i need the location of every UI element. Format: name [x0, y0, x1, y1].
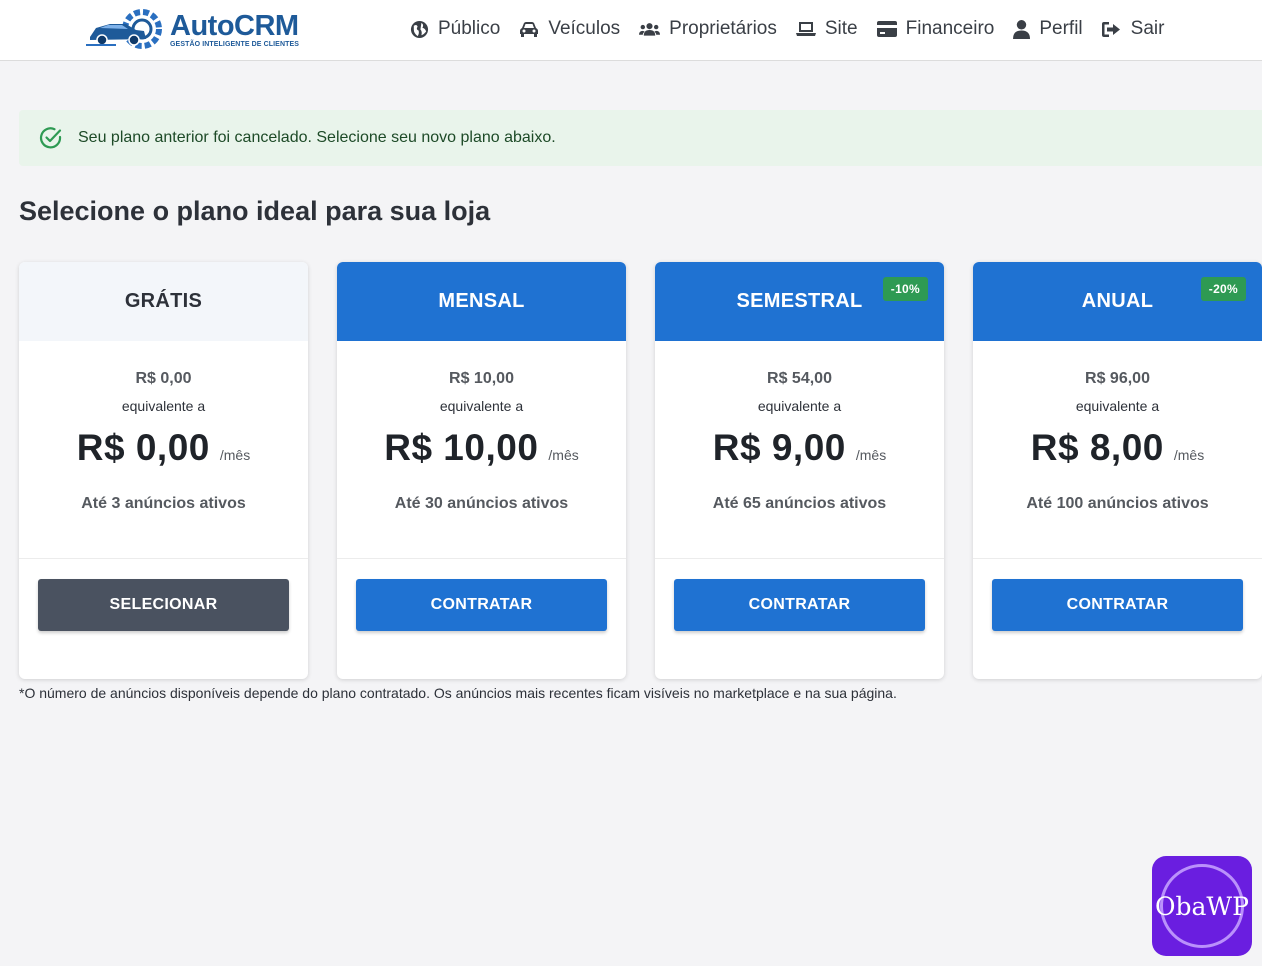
plan-name: SEMESTRAL [736, 290, 863, 312]
plan-header: MENSAL [337, 262, 626, 341]
check-circle-icon [39, 126, 63, 150]
plan-body: R$ 96,00 equivalente a R$ 8,00 /mês Até … [973, 341, 1262, 559]
plan-equivalent-label: equivalente a [121, 398, 206, 414]
discount-badge: -20% [1200, 277, 1246, 301]
plan-total-price: R$ 0,00 [135, 370, 192, 387]
plan-equivalent-label: equivalente a [757, 398, 842, 414]
contract-monthly-plan-button[interactable]: CONTRATAR [356, 579, 607, 631]
plan-period: /mês [219, 447, 251, 463]
logo-tagline: GESTÃO INTELIGENTE DE CLIENTES [170, 41, 300, 48]
nav-item-proprietarios[interactable]: Proprietários [639, 18, 777, 40]
plan-equivalent-label: equivalente a [1075, 398, 1160, 414]
plan-monthly-price: R$ 0,00 [76, 427, 210, 468]
plan-body: R$ 0,00 equivalente a R$ 0,00 /mês Até 3… [19, 341, 308, 559]
plans-footnote: *O número de anúncios disponíveis depend… [19, 685, 897, 701]
autocrm-logo[interactable]: AutoCRM GESTÃO INTELIGENTE DE CLIENTES [86, 6, 299, 54]
plan-period: /mês [1173, 447, 1205, 463]
logo-name: AutoCRM [170, 10, 299, 42]
globe-icon [410, 20, 429, 38]
alert-message: Seu plano anterior foi cancelado. Seleci… [78, 129, 556, 146]
plan-monthly-price: R$ 8,00 [1030, 427, 1164, 468]
plan-name: GRÁTIS [124, 290, 203, 312]
plan-total-price: R$ 96,00 [1085, 370, 1150, 387]
plan-header: ANUAL -20% [973, 262, 1262, 341]
plan-monthly-price: R$ 10,00 [384, 427, 539, 468]
plan-ad-limit: Até 30 anúncios ativos [394, 495, 569, 512]
plan-card-anual: ANUAL -20% R$ 96,00 equivalente a R$ 8,0… [973, 262, 1262, 679]
plan-name: ANUAL [1081, 290, 1154, 312]
success-alert: Seu plano anterior foi cancelado. Seleci… [19, 110, 1262, 166]
nav-item-financeiro[interactable]: Financeiro [876, 18, 995, 40]
car-icon [520, 22, 539, 37]
obawp-watermark-logo[interactable]: ObaWP [1152, 856, 1252, 956]
plan-card-gratis: GRÁTIS R$ 0,00 equivalente a R$ 0,00 /mê… [19, 262, 308, 679]
laptop-icon [795, 22, 816, 36]
plan-body: R$ 54,00 equivalente a R$ 9,00 /mês Até … [655, 341, 944, 559]
credit-card-icon [876, 21, 897, 37]
contract-annual-plan-button[interactable]: CONTRATAR [992, 579, 1243, 631]
nav-item-label: Perfil [1039, 18, 1083, 39]
plan-body: R$ 10,00 equivalente a R$ 10,00 /mês Até… [337, 341, 626, 559]
plan-ad-limit: Até 100 anúncios ativos [1026, 495, 1209, 512]
nav-item-label: Sair [1130, 18, 1165, 39]
plan-ad-limit: Até 3 anúncios ativos [81, 495, 246, 512]
nav-item-veiculos[interactable]: Veículos [519, 18, 620, 40]
nav-item-label: Proprietários [669, 18, 777, 39]
nav-item-label: Site [824, 18, 858, 39]
car-gear-logo-icon [86, 9, 162, 49]
plan-period: /mês [855, 447, 887, 463]
contract-semester-plan-button[interactable]: CONTRATAR [674, 579, 925, 631]
main-nav: Público Veículos Proprietários Site Fina… [410, 0, 1183, 58]
select-free-plan-button[interactable]: SELECIONAR [38, 579, 289, 631]
user-icon [1013, 19, 1031, 39]
discount-badge: -10% [882, 277, 928, 301]
plan-card-mensal: MENSAL R$ 10,00 equivalente a R$ 10,00 /… [337, 262, 626, 679]
nav-item-label: Público [438, 18, 501, 39]
plan-header: SEMESTRAL -10% [655, 262, 944, 341]
plan-total-price: R$ 10,00 [449, 370, 514, 387]
plan-equivalent-label: equivalente a [439, 398, 524, 414]
plan-period: /mês [548, 447, 579, 463]
nav-item-publico[interactable]: Público [410, 18, 500, 40]
top-navbar: AutoCRM GESTÃO INTELIGENTE DE CLIENTES P… [0, 0, 1262, 61]
nav-item-perfil[interactable]: Perfil [1013, 18, 1083, 40]
nav-item-sair[interactable]: Sair [1101, 18, 1165, 40]
page-title: Selecione o plano ideal para sua loja [19, 196, 491, 226]
plan-ad-limit: Até 65 anúncios ativos [712, 495, 887, 512]
nav-item-label: Veículos [548, 18, 621, 39]
plan-name: MENSAL [438, 290, 525, 312]
plan-card-semestral: SEMESTRAL -10% R$ 54,00 equivalente a R$… [655, 262, 944, 679]
watermark-text: ObaWP [1155, 891, 1249, 921]
plan-header: GRÁTIS [19, 262, 308, 341]
users-icon [639, 23, 661, 36]
plan-monthly-price: R$ 9,00 [712, 427, 846, 468]
plan-total-price: R$ 54,00 [767, 370, 832, 387]
nav-item-label: Financeiro [905, 18, 995, 39]
nav-item-site[interactable]: Site [795, 18, 858, 40]
sign-out-icon [1101, 21, 1120, 37]
